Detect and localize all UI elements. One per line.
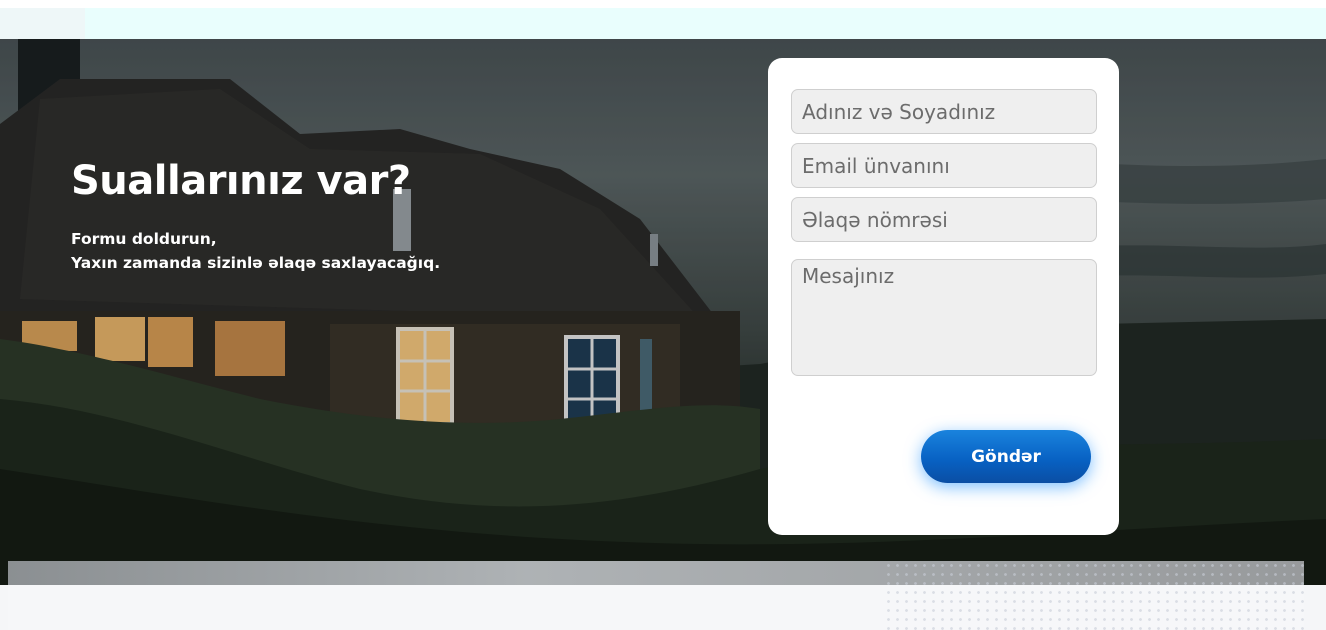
hero-section: Suallarınız var? Formu doldurun, Yaxın z… [0, 39, 1326, 585]
hero-text: Suallarınız var? Formu doldurun, Yaxın z… [71, 157, 440, 275]
house-background-image [0, 39, 1326, 585]
top-strip [0, 8, 1326, 39]
bottom-section [8, 561, 1304, 630]
hero-subtitle-line2: Yaxın zamanda sizinlə əlaqə saxlayacağıq… [71, 254, 441, 272]
contact-form: Göndər [768, 58, 1119, 535]
name-field[interactable] [791, 89, 1097, 134]
top-bar [0, 0, 1326, 39]
phone-field[interactable] [791, 197, 1097, 242]
dot-pattern [884, 561, 1304, 630]
email-field[interactable] [791, 143, 1097, 188]
message-field[interactable] [791, 259, 1097, 376]
send-button[interactable]: Göndər [921, 430, 1091, 483]
hero-title: Suallarınız var? [71, 158, 411, 204]
hero-subtitle: Formu doldurun, Yaxın zamanda sizinlə əl… [71, 227, 440, 275]
hero-subtitle-line1: Formu doldurun, [71, 230, 217, 248]
